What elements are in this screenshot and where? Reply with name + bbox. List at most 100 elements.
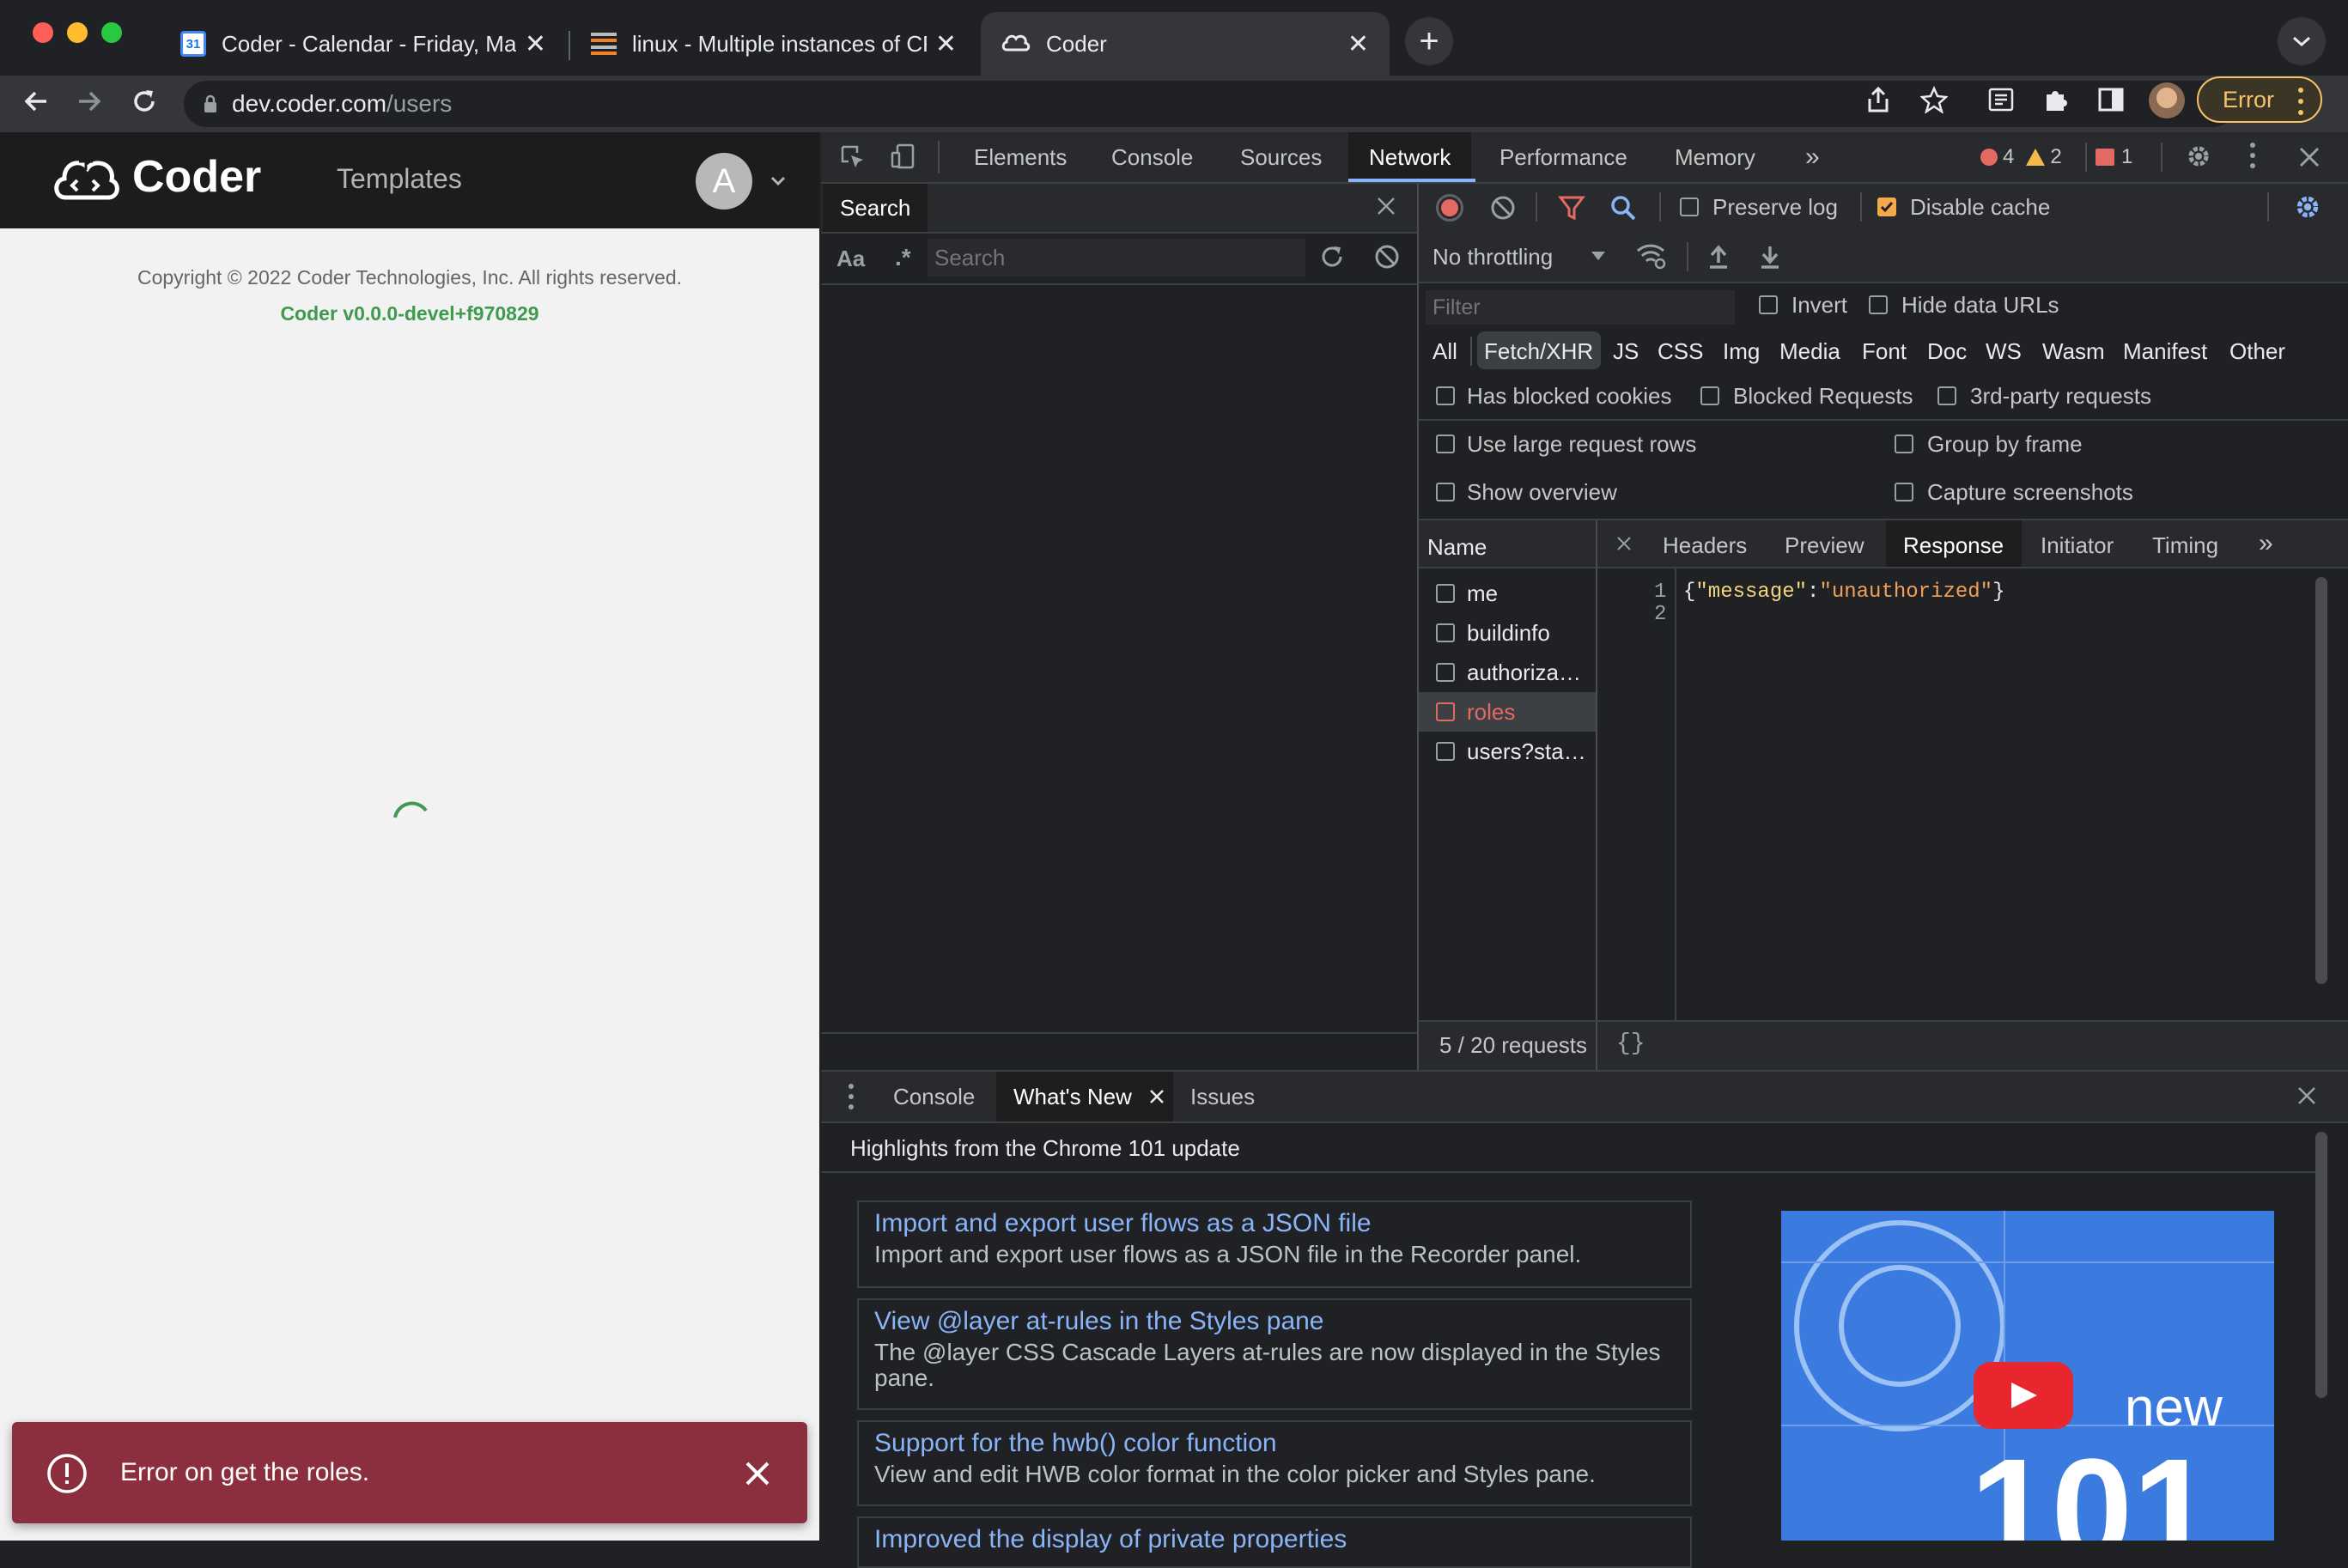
whats-new-card[interactable]: Improved the display of private properti… <box>857 1516 1692 1568</box>
type-filter-media[interactable]: Media <box>1779 338 1840 365</box>
close-search-icon[interactable] <box>1376 196 1396 216</box>
type-filter-manifest[interactable]: Manifest <box>2123 338 2207 365</box>
search-magnifier-icon[interactable] <box>1609 194 1637 222</box>
whats-new-card[interactable]: View @layer at-rules in the Styles pane … <box>857 1298 1692 1410</box>
browser-tab-calendar[interactable]: 31 Coder - Calendar - Friday, May ✕ <box>160 12 567 76</box>
regex-toggle[interactable]: .* <box>895 244 911 271</box>
forward-arrow-icon[interactable] <box>76 88 103 115</box>
import-har-upload-icon[interactable] <box>1707 244 1730 270</box>
tab-headers[interactable]: Headers <box>1663 532 1747 559</box>
request-row-checkbox[interactable] <box>1436 584 1455 603</box>
close-window-button[interactable] <box>33 22 53 43</box>
filter-funnel-icon[interactable] <box>1558 194 1585 222</box>
record-stop-icon[interactable] <box>1436 194 1463 222</box>
more-panels-chevron-icon[interactable]: » <box>1785 132 1840 182</box>
type-filter-font[interactable]: Font <box>1862 338 1907 365</box>
minimize-window-button[interactable] <box>67 22 88 43</box>
back-arrow-icon[interactable] <box>22 88 50 115</box>
app-brand-name[interactable]: Coder <box>132 151 261 203</box>
share-icon[interactable] <box>1865 86 1891 113</box>
type-filter-other[interactable]: Other <box>2229 338 2285 365</box>
maximize-window-button[interactable] <box>101 22 122 43</box>
tab-preview[interactable]: Preview <box>1785 532 1864 559</box>
hide-data-urls-checkbox[interactable] <box>1869 295 1888 314</box>
drawer-tab-issues[interactable]: Issues <box>1190 1084 1255 1110</box>
inspect-element-icon[interactable] <box>840 144 866 170</box>
throttling-dropdown-icon[interactable] <box>1591 251 1606 261</box>
invert-checkbox[interactable] <box>1759 295 1778 314</box>
extensions-puzzle-icon[interactable] <box>2042 86 2070 113</box>
tab-search-chevron-down-icon[interactable] <box>2278 17 2326 65</box>
side-panel-icon[interactable] <box>2097 86 2125 113</box>
close-tab-icon[interactable]: ✕ <box>1347 29 1369 59</box>
clear-log-icon[interactable] <box>1489 194 1517 222</box>
type-filter-ws[interactable]: WS <box>1986 338 2022 365</box>
type-filter-all[interactable]: All <box>1433 338 1457 365</box>
tab-network[interactable]: Network <box>1348 132 1472 182</box>
card-title[interactable]: View @layer at-rules in the Styles pane <box>874 1307 1675 1336</box>
device-toolbar-icon[interactable] <box>890 143 917 170</box>
close-tab-icon[interactable]: ✕ <box>935 29 957 59</box>
card-title[interactable]: Support for the hwb() color function <box>874 1429 1675 1458</box>
tab-sources[interactable]: Sources <box>1220 132 1342 182</box>
profile-avatar[interactable] <box>2149 82 2185 119</box>
request-row-checkbox[interactable] <box>1436 742 1455 761</box>
filter-input[interactable] <box>1426 290 1735 325</box>
card-title[interactable]: Improved the display of private properti… <box>874 1525 1675 1554</box>
settings-gear-icon[interactable] <box>2185 143 2212 170</box>
tab-elements[interactable]: Elements <box>953 132 1087 182</box>
card-title[interactable]: Import and export user flows as a JSON f… <box>874 1209 1675 1238</box>
type-filter-css[interactable]: CSS <box>1658 338 1703 365</box>
coder-logo-icon[interactable] <box>52 151 120 208</box>
has-blocked-cookies-checkbox[interactable] <box>1436 386 1455 405</box>
tab-timing[interactable]: Timing <box>2152 532 2218 559</box>
refresh-search-icon[interactable] <box>1319 244 1345 270</box>
tab-performance[interactable]: Performance <box>1479 132 1648 182</box>
drawer-tab-console[interactable]: Console <box>893 1084 975 1110</box>
close-devtools-icon[interactable] <box>2298 146 2321 168</box>
close-drawer-icon[interactable] <box>2296 1085 2317 1106</box>
close-whats-new-icon[interactable] <box>1149 1089 1165 1104</box>
network-settings-gear-icon[interactable] <box>2293 192 2322 222</box>
close-detail-icon[interactable] <box>1616 536 1632 551</box>
whats-new-card[interactable]: Support for the hwb() color function Vie… <box>857 1420 1692 1506</box>
large-request-rows-checkbox[interactable] <box>1436 435 1455 453</box>
drawer-scrollbar[interactable] <box>2315 1132 2327 1398</box>
type-filter-fetch-xhr[interactable]: Fetch/XHR <box>1484 338 1593 365</box>
tab-console[interactable]: Console <box>1091 132 1214 182</box>
third-party-requests-checkbox[interactable] <box>1937 386 1956 405</box>
disable-cache-checkbox[interactable] <box>1877 198 1896 216</box>
network-conditions-wifi-icon[interactable] <box>1635 240 1668 270</box>
export-har-download-icon[interactable] <box>1759 244 1781 270</box>
request-row-buildinfo[interactable]: buildinfo <box>1467 620 1550 647</box>
devtools-menu-kebab-icon[interactable] <box>2250 143 2255 168</box>
tab-search[interactable]: Search <box>823 184 928 232</box>
reload-icon[interactable] <box>131 88 158 115</box>
close-tab-icon[interactable]: ✕ <box>525 29 546 59</box>
show-overview-checkbox[interactable] <box>1436 483 1455 501</box>
nav-templates-link[interactable]: Templates <box>337 163 462 195</box>
type-filter-img[interactable]: Img <box>1723 338 1760 365</box>
toast-close-icon[interactable] <box>744 1460 771 1487</box>
pretty-print-braces-icon[interactable]: {} <box>1616 1030 1645 1057</box>
request-row-checkbox[interactable] <box>1436 623 1455 642</box>
name-column-header[interactable]: Name <box>1427 534 1487 561</box>
chrome-menu-kebab-icon[interactable] <box>2298 88 2305 115</box>
request-row-users[interactable]: users?sta… <box>1467 738 1586 765</box>
user-menu-chevron-down-icon[interactable] <box>769 175 787 187</box>
response-body[interactable]: {"message":"unauthorized"} <box>1683 580 2004 604</box>
browser-tab-stackoverflow[interactable]: linux - Multiple instances of CR ✕ <box>570 12 977 76</box>
response-scrollbar[interactable] <box>2315 577 2327 984</box>
youtube-play-icon[interactable] <box>1974 1362 2073 1429</box>
type-filter-doc[interactable]: Doc <box>1927 338 1967 365</box>
whats-new-card[interactable]: Import and export user flows as a JSON f… <box>857 1200 1692 1288</box>
type-filter-wasm[interactable]: Wasm <box>2042 338 2105 365</box>
chrome-101-video-thumbnail[interactable]: new 101 <box>1781 1211 2274 1541</box>
tab-response[interactable]: Response <box>1903 532 2004 559</box>
request-row-me[interactable]: me <box>1467 580 1498 607</box>
preserve-log-checkbox[interactable] <box>1680 198 1699 216</box>
request-row-roles[interactable]: roles <box>1467 699 1515 726</box>
more-detail-tabs-chevron-icon[interactable]: » <box>2259 529 2273 558</box>
new-tab-plus-icon[interactable]: + <box>1405 17 1453 65</box>
clear-search-icon[interactable] <box>1374 244 1400 270</box>
